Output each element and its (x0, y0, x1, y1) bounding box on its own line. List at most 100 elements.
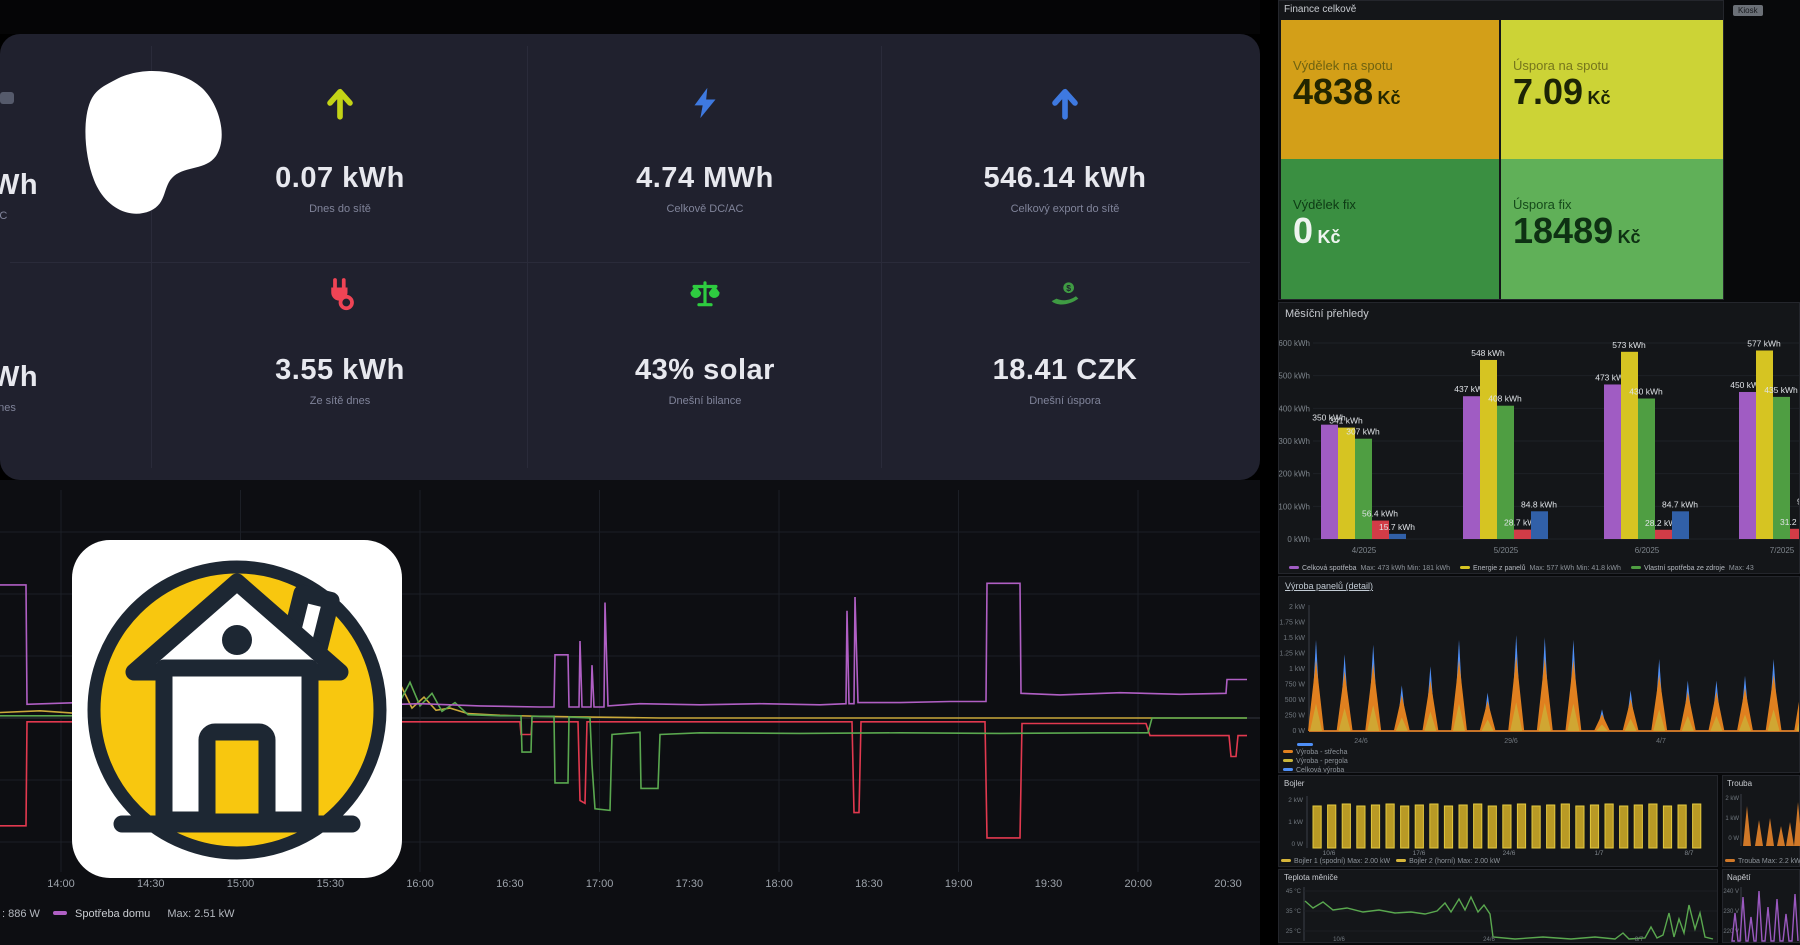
stat-tile-dnesni-bilance: 43% solar Dnešní bilance (605, 278, 805, 407)
svg-text:100 kWh: 100 kWh (1279, 502, 1310, 511)
svg-text:548 kWh: 548 kWh (1471, 348, 1505, 358)
stat-value-fragment: Wh (0, 169, 52, 202)
stat-tile-dnes-do-site: 0.07 kWh Dnes do sítě (240, 86, 440, 215)
finance-tile-vydelek-fix: Výdělek fix 0 Kč (1281, 159, 1499, 299)
svg-text:24/6: 24/6 (1354, 738, 1368, 745)
svg-text:10/6: 10/6 (1333, 937, 1345, 943)
oven-legend: Trouba Max: 2.2 kW (1725, 858, 1800, 865)
legend-item[interactable]: Bojler 1 (spodní) Max: 2.00 kW (1281, 858, 1390, 865)
svg-text:1.25 kW: 1.25 kW (1279, 651, 1305, 658)
pulse (1517, 804, 1525, 848)
legend-series-name[interactable]: Spotřeba domu (75, 908, 150, 920)
svg-text:2 kW: 2 kW (1725, 796, 1739, 802)
voltage-panel-title[interactable]: Napětí (1727, 873, 1751, 882)
blob-logo (70, 60, 240, 225)
legend-pill (1297, 743, 1313, 746)
pulse (1488, 806, 1496, 848)
stat-value: 18.41 CZK (955, 354, 1175, 387)
svg-text:750 W: 750 W (1285, 682, 1306, 689)
stat-value: 4.74 MWh (605, 162, 805, 195)
finance-tile-uspora-spot: Úspora na spotu 7.09 Kč (1501, 20, 1723, 159)
finance-tile-currency: Kč (1588, 88, 1611, 108)
finance-tile-value: 0 (1293, 210, 1313, 251)
pulse (1663, 806, 1671, 848)
legend-swatch (1281, 859, 1291, 862)
stat-tile-celkovy-export: 546.14 kWh Celkový export do sítě (955, 86, 1175, 215)
legend-item[interactable]: Výroba - střecha (1283, 748, 1348, 757)
bar (1739, 392, 1756, 539)
plug-icon (240, 278, 440, 312)
legend-item[interactable]: Celková výroba (1283, 766, 1348, 775)
voltage-series (1732, 891, 1798, 941)
pulse (1357, 806, 1365, 848)
svg-text:93.4 kWh: 93.4 kWh (1797, 496, 1799, 506)
legend-swatch (1283, 768, 1293, 771)
legend-label: Výroba - pergola (1296, 758, 1348, 765)
bar (1463, 396, 1480, 539)
svg-text:500 kWh: 500 kWh (1279, 372, 1310, 381)
bar (1338, 428, 1355, 539)
finance-tile-value: 4838 (1293, 71, 1373, 112)
legend-item[interactable]: Bojler 2 (horní) Max: 2.00 kW (1396, 858, 1500, 865)
axis-tick-label: 14:30 (137, 878, 165, 890)
oven-chart[interactable]: 2 kW1 kW0 W (1723, 790, 1800, 852)
boiler-chart[interactable]: 2 kW1 kW0 W (1279, 790, 1717, 852)
spike (1755, 820, 1763, 846)
svg-text:84.8 kWh: 84.8 kWh (1521, 499, 1557, 509)
kiosk-badge[interactable]: Kiosk (1733, 5, 1763, 16)
pulse (1576, 806, 1584, 848)
finance-panel-title[interactable]: Finance celkově (1284, 4, 1356, 15)
axis-tick-label: 19:00 (945, 878, 973, 890)
legend-stats: Max: 43 (1729, 565, 1754, 572)
legend-label: Trouba Max: 2.2 kW (1738, 858, 1800, 865)
axis-tick-label: 16:30 (496, 878, 524, 890)
divider (10, 262, 1250, 263)
temp-chart[interactable]: 45 °C35 °C25 °C10/624/68/7 (1279, 883, 1717, 943)
bar (1790, 529, 1799, 539)
svg-text:35 °C: 35 °C (1286, 909, 1302, 915)
pulse (1328, 805, 1336, 848)
legend-item[interactable]: Celková spotřebaMax: 473 kWh Min: 181 kW… (1283, 565, 1450, 572)
legend-item[interactable]: Trouba Max: 2.2 kW (1725, 858, 1800, 865)
svg-text:5/2025: 5/2025 (1494, 546, 1519, 555)
svg-text:4/2025: 4/2025 (1352, 546, 1377, 555)
production-panel: Výroba panelů (detail) 2 kW1.75 kW1.5 kW… (1278, 576, 1800, 773)
production-chart[interactable]: 2 kW1.75 kW1.5 kW1.25 kW1 kW750 W500 W25… (1279, 593, 1799, 763)
svg-text:7/2025: 7/2025 (1770, 546, 1795, 555)
production-panel-title[interactable]: Výroba panelů (detail) (1285, 581, 1373, 591)
svg-text:300 kWh: 300 kWh (1279, 437, 1310, 446)
cut-icon (0, 92, 14, 104)
legend-item[interactable]: Energie z panelůMax: 577 kWh Min: 41.8 k… (1454, 565, 1621, 572)
monthly-bar-chart[interactable]: 600 kWh500 kWh400 kWh300 kWh200 kWh100 k… (1279, 303, 1799, 555)
bar (1756, 350, 1773, 539)
divider (881, 46, 882, 468)
oven-panel-title[interactable]: Trouba (1727, 779, 1752, 788)
oven-panel: Trouba 2 kW1 kW0 W Trouba Max: 2.2 kW (1722, 775, 1800, 867)
finance-tile-label: Výdělek fix (1293, 197, 1487, 212)
axis-tick-label: 24/6 (1503, 850, 1516, 857)
legend-item[interactable]: Vlastní spotřeba ze zdrojeMax: 43 (1625, 565, 1754, 572)
svg-text:$: $ (1066, 283, 1071, 293)
legend-label: Bojler 2 (horní) Max: 2.00 kW (1409, 858, 1500, 865)
spike (1794, 802, 1800, 846)
legend-item[interactable]: Výroba - pergola (1283, 757, 1348, 766)
temp-panel-title[interactable]: Teplota měniče (1284, 873, 1338, 882)
boiler-panel-title[interactable]: Bojler (1284, 779, 1304, 788)
pulse (1503, 805, 1511, 848)
stat-label: Dnešní úspora (955, 395, 1175, 407)
legend-swatch (1283, 759, 1293, 762)
pulse (1401, 806, 1409, 848)
finance-tile-value: 18489 (1513, 210, 1613, 251)
svg-text:435 kWh: 435 kWh (1764, 385, 1798, 395)
pulse (1415, 805, 1423, 848)
voltage-chart[interactable]: 240 V230 V220 V (1723, 883, 1800, 943)
axis-tick-label: 17:00 (586, 878, 614, 890)
pulse (1547, 805, 1555, 848)
temp-panel: Teplota měniče 45 °C35 °C25 °C10/624/68/… (1278, 869, 1718, 943)
svg-text:1 kW: 1 kW (1288, 819, 1304, 826)
stat-value: 546.14 kWh (955, 162, 1175, 195)
production-legend: Výroba - střecha Výroba - pergolaCelková … (1283, 743, 1348, 775)
bar (1672, 511, 1689, 539)
legend-label: Výroba - střecha (1296, 749, 1347, 756)
axis-tick-label: 18:00 (765, 878, 793, 890)
